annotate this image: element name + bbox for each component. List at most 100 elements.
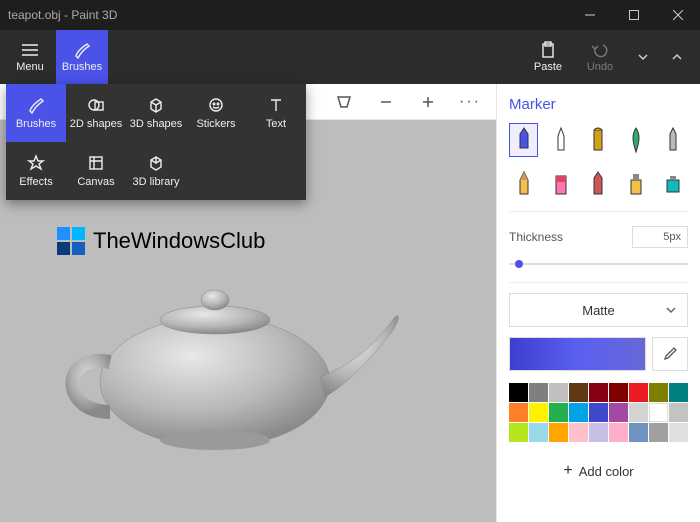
watermark-text: TheWindowsClub (93, 228, 265, 254)
chevron-down-button[interactable] (626, 30, 660, 84)
cube-icon (147, 96, 165, 114)
palette-swatch[interactable] (569, 383, 588, 402)
palette-swatch[interactable] (609, 403, 628, 422)
dropdown-effects[interactable]: Effects (6, 142, 66, 200)
window-title: teapot.obj - Paint 3D (8, 8, 117, 22)
palette-swatch[interactable] (649, 423, 668, 442)
dropdown-stickers[interactable]: Stickers (186, 84, 246, 142)
palette-swatch[interactable] (669, 423, 688, 442)
palette-swatch[interactable] (649, 403, 668, 422)
palette-swatch[interactable] (629, 423, 648, 442)
thickness-value: 5px (663, 231, 681, 243)
brush-oil[interactable] (584, 123, 613, 157)
dropdown-3d-library[interactable]: 3D library (126, 142, 186, 200)
zoom-in-button[interactable] (410, 88, 446, 116)
finish-value: Matte (582, 303, 615, 318)
dropdown-text[interactable]: Text (246, 84, 306, 142)
effects-icon (27, 154, 45, 172)
palette-swatch[interactable] (509, 403, 528, 422)
palette-swatch[interactable] (529, 403, 548, 422)
view-3d-button[interactable] (326, 88, 362, 116)
palette-swatch[interactable] (589, 383, 608, 402)
chevron-down-icon (637, 51, 649, 63)
library-icon (147, 154, 165, 172)
brushes-label: Brushes (62, 61, 102, 73)
perspective-icon (336, 94, 352, 110)
add-color-button[interactable]: + Add color (509, 456, 688, 486)
palette-swatch[interactable] (609, 423, 628, 442)
paste-label: Paste (534, 61, 562, 73)
palette-swatch[interactable] (529, 383, 548, 402)
ribbon: Menu Brushes Paste Undo (0, 30, 700, 84)
brush-icon (73, 41, 91, 59)
menu-button[interactable]: Menu (4, 30, 56, 84)
dropdown-canvas[interactable]: Canvas (66, 142, 126, 200)
thickness-input[interactable]: 5px (632, 226, 688, 248)
watermark: TheWindowsClub (55, 225, 265, 257)
brushes-ribbon-button[interactable]: Brushes (56, 30, 108, 84)
brush-marker[interactable] (509, 123, 538, 157)
paste-button[interactable]: Paste (522, 30, 574, 84)
eyedropper-button[interactable] (652, 337, 688, 371)
palette-swatch[interactable] (629, 383, 648, 402)
maximize-button[interactable] (612, 0, 656, 30)
palette-swatch[interactable] (629, 403, 648, 422)
sticker-icon (207, 96, 225, 114)
palette-swatch[interactable] (609, 383, 628, 402)
plus-icon (420, 94, 436, 110)
brush-pixel-pen[interactable] (659, 123, 688, 157)
finish-select[interactable]: Matte (509, 293, 688, 327)
minus-icon (378, 94, 394, 110)
current-color-swatch[interactable] (509, 337, 646, 371)
brush-calligraphy[interactable] (546, 123, 575, 157)
add-color-label: Add color (579, 464, 634, 479)
thickness-label: Thickness (509, 230, 563, 244)
undo-icon (591, 41, 609, 59)
palette-swatch[interactable] (589, 423, 608, 442)
palette-swatch[interactable] (509, 423, 528, 442)
menu-label: Menu (16, 61, 44, 73)
brush-crayon[interactable] (584, 167, 613, 201)
brush-watercolor[interactable] (621, 123, 650, 157)
palette-swatch[interactable] (569, 403, 588, 422)
dropdown-3d-shapes[interactable]: 3D shapes (126, 84, 186, 142)
brush-eraser[interactable] (546, 167, 575, 201)
palette-swatch[interactable] (509, 383, 528, 402)
close-button[interactable] (656, 0, 700, 30)
undo-label: Undo (587, 61, 613, 73)
brush-spray[interactable] (621, 167, 650, 201)
undo-button[interactable]: Undo (574, 30, 626, 84)
palette-swatch[interactable] (569, 423, 588, 442)
zoom-out-button[interactable] (368, 88, 404, 116)
palette-swatch[interactable] (589, 403, 608, 422)
brush-pencil[interactable] (509, 167, 538, 201)
thickness-slider[interactable] (509, 260, 688, 268)
palette-swatch[interactable] (649, 383, 668, 402)
dropdown-2d-shapes[interactable]: 2D shapes (66, 84, 126, 142)
properties-panel: Marker Thickness 5px Matte (496, 84, 700, 522)
clipboard-icon (539, 41, 557, 59)
chevron-down-icon (665, 304, 677, 316)
palette-swatch[interactable] (669, 383, 688, 402)
palette-swatch[interactable] (549, 423, 568, 442)
palette-swatch[interactable] (549, 383, 568, 402)
dots-icon: ··· (459, 93, 481, 111)
title-bar: teapot.obj - Paint 3D (0, 0, 700, 30)
brush-fill[interactable] (659, 167, 688, 201)
color-palette (509, 383, 688, 442)
text-icon (267, 96, 285, 114)
palette-swatch[interactable] (529, 423, 548, 442)
palette-swatch[interactable] (549, 403, 568, 422)
chevron-up-button[interactable] (660, 30, 694, 84)
palette-swatch[interactable] (669, 403, 688, 422)
minimize-button[interactable] (568, 0, 612, 30)
chevron-up-icon (671, 51, 683, 63)
teapot-model[interactable] (40, 242, 410, 462)
brush-grid (509, 123, 688, 201)
dropdown-brushes[interactable]: Brushes (6, 84, 66, 142)
canvas-icon (87, 154, 105, 172)
plus-icon: + (563, 462, 572, 480)
windows-logo-icon (55, 225, 87, 257)
hamburger-icon (21, 41, 39, 59)
more-button[interactable]: ··· (452, 88, 488, 116)
